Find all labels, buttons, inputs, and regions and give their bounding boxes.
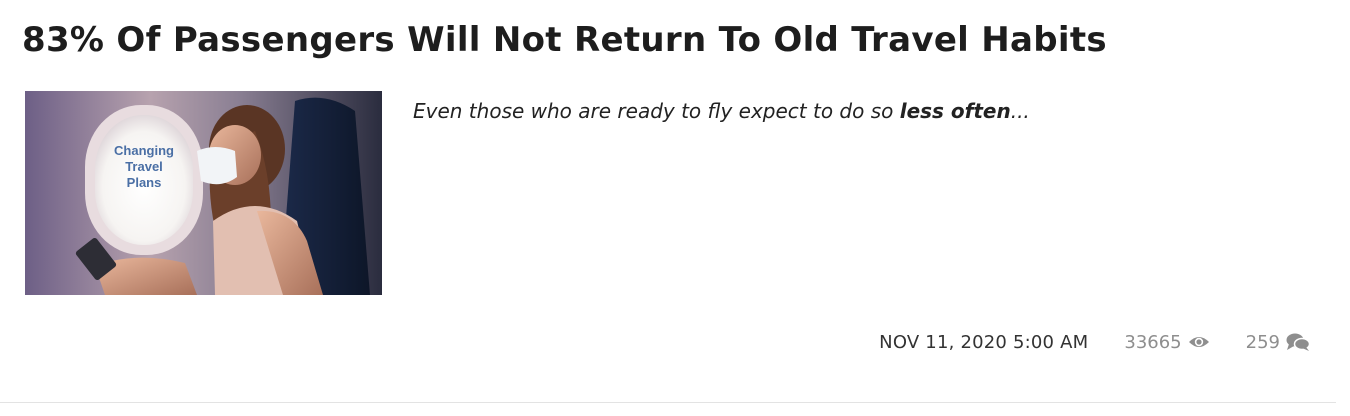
article-thumbnail[interactable]: Changing Travel Plans bbox=[25, 91, 382, 295]
comment-count-value: 259 bbox=[1245, 331, 1280, 353]
article-title[interactable]: 83% Of Passengers Will Not Return To Old… bbox=[22, 16, 1107, 64]
thumbnail-caption-line-2: Travel bbox=[125, 159, 163, 174]
excerpt-emphasis: less often bbox=[899, 99, 1011, 123]
publish-date: NOV 11, 2020 5:00 AM bbox=[879, 331, 1089, 353]
comment-count[interactable]: 259 bbox=[1246, 332, 1310, 353]
comments-icon bbox=[1286, 333, 1310, 351]
excerpt-ellipsis: ... bbox=[1010, 99, 1030, 123]
eye-icon bbox=[1188, 337, 1209, 347]
bottom-divider bbox=[0, 402, 1336, 403]
view-count[interactable]: 33665 bbox=[1124, 332, 1209, 353]
article-excerpt: Even those who are ready to fly expect t… bbox=[413, 95, 1030, 127]
view-count-value: 33665 bbox=[1124, 331, 1182, 353]
article-meta: NOV 11, 2020 5:00 AM 33665 259 bbox=[879, 327, 1310, 357]
article-card: 83% Of Passengers Will Not Return To Old… bbox=[0, 0, 1350, 416]
thumbnail-caption-line-3: Plans bbox=[127, 175, 162, 190]
excerpt-text: Even those who are ready to fly expect t… bbox=[413, 99, 900, 123]
thumbnail-caption-line-1: Changing bbox=[114, 143, 174, 158]
